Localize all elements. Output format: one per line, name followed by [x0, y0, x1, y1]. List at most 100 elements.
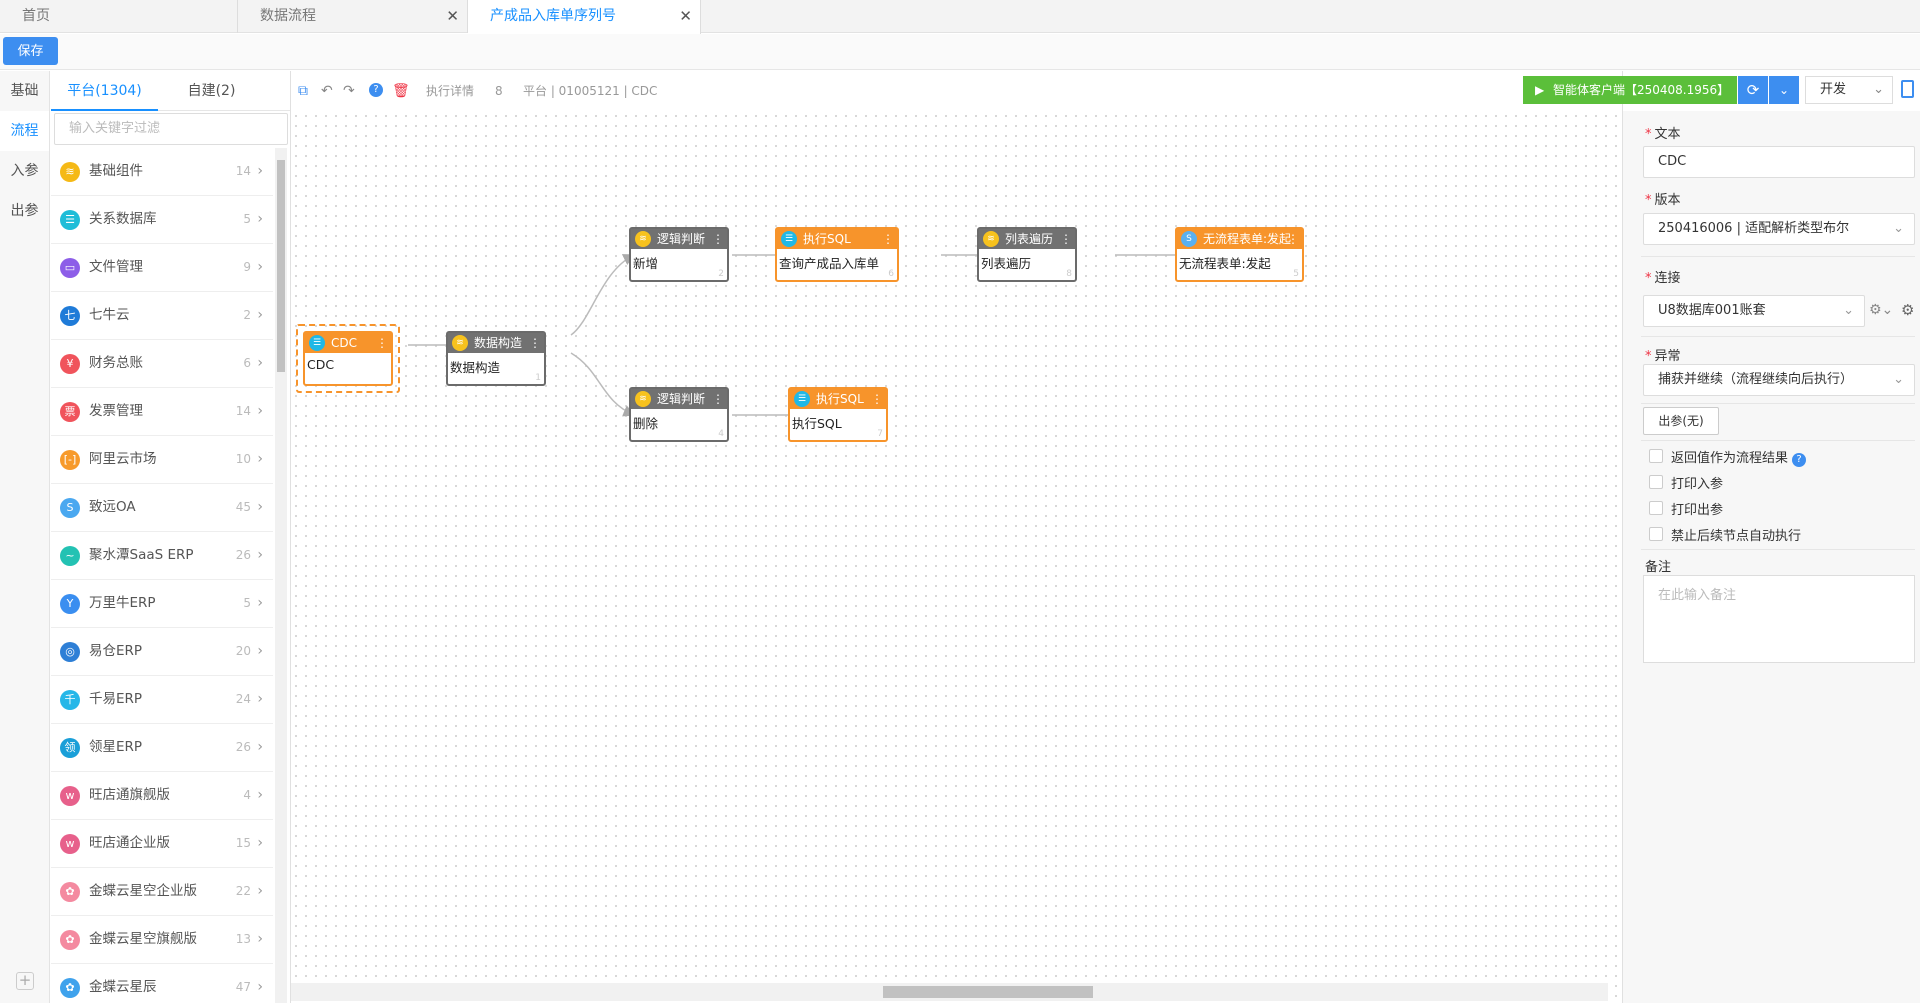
component-icon: S [60, 498, 80, 518]
flow-node[interactable]: S 无流程表单:发起 ⋮ 无流程表单:发起 5 [1175, 227, 1304, 282]
help-icon[interactable]: ? [1792, 453, 1807, 467]
more-icon[interactable]: ⋮ [1060, 229, 1072, 249]
flow-node[interactable]: ☰ 执行SQL ⋮ 查询产成品入库单 6 [775, 227, 899, 282]
close-icon[interactable]: ✕ [679, 0, 692, 33]
component-icon: [-] [60, 450, 80, 470]
return-as-result-checkbox[interactable] [1649, 449, 1663, 463]
mode-select[interactable]: 开发 ⌄ [1805, 76, 1893, 104]
component-item[interactable]: ~ 聚水潭SaaS ERP 26 › [51, 532, 273, 580]
tab-current-flow[interactable]: 产成品入库单序列号 ✕ [468, 0, 701, 34]
node-body: 删除 [633, 416, 659, 431]
component-label: 旺店通企业版 [89, 835, 170, 851]
print-output-checkbox[interactable] [1649, 501, 1663, 515]
scrollbar-thumb[interactable] [883, 986, 1093, 998]
flow-node[interactable]: ≋ 数据构造 ⋮ 数据构造 1 [446, 331, 546, 386]
disable-auto-exec-checkbox[interactable] [1649, 527, 1663, 541]
tab-data-flow[interactable]: 数据流程 ✕ [238, 0, 468, 33]
nav-output-params[interactable]: 出参 [0, 191, 49, 231]
connection-select[interactable]: U8数据库001账套 ⌄ [1643, 295, 1865, 327]
component-item[interactable]: ▭ 文件管理 9 › [51, 244, 273, 292]
flow-canvas[interactable]: ⧉ ↶ ↷ ? 🗑 执行详情 8 平台 | 01005121 | CDC ☰ CD… [291, 71, 1636, 1003]
component-item[interactable]: 千千易ERP 24 › [51, 676, 273, 724]
version-value: 250416006 | 适配解析类型布尔 [1658, 221, 1850, 236]
flow-node[interactable]: ☰ 执行SQL ⋮ 执行SQL 7 [788, 387, 888, 442]
component-item[interactable]: ¥ 财务总账 6 › [51, 340, 273, 388]
component-item[interactable]: 票发票管理 14 › [51, 388, 273, 436]
component-icon: 七 [60, 306, 80, 326]
disable-auto-exec-label: 禁止后续节点自动执行 [1671, 529, 1802, 544]
more-icon[interactable]: ⋮ [882, 229, 894, 249]
output-params-button[interactable]: 出参(无) [1643, 407, 1719, 435]
component-item[interactable]: ✿ 金蝶云星空企业版 22 › [51, 868, 273, 916]
component-item[interactable]: w 旺店通企业版 15 › [51, 820, 273, 868]
properties-body: * 文本 CDC * 版本 250416006 | 适配解析类型布尔 ⌄ * 连接 U8… [1623, 111, 1920, 1003]
canvas-horizontal-scrollbar[interactable] [291, 983, 1608, 1001]
component-scrollbar[interactable] [275, 148, 287, 1003]
component-item[interactable]: S 致远OA 45 › [51, 484, 273, 532]
chevron-right-icon: › [257, 979, 263, 995]
exception-select[interactable]: 捕获并继续（流程继续向后执行） ⌄ [1643, 364, 1915, 396]
save-button[interactable]: 保存 [3, 37, 58, 65]
version-select[interactable]: 250416006 | 适配解析类型布尔 ⌄ [1643, 213, 1915, 245]
print-input-checkbox[interactable] [1649, 475, 1663, 489]
node-title: 逻辑判断 [657, 392, 706, 406]
clipboard-icon[interactable] [1901, 80, 1914, 98]
more-icon[interactable]: ⋮ [712, 389, 724, 409]
nav-basic[interactable]: 基础 [0, 71, 49, 111]
component-item[interactable]: ☰ 关系数据库 5 › [51, 196, 273, 244]
nav-input-params[interactable]: 入参 [0, 151, 49, 191]
component-label: 文件管理 [89, 259, 143, 275]
component-item[interactable]: ✿ 金蝶云星空旗舰版 13 › [51, 916, 273, 964]
more-icon[interactable]: ⋮ [871, 389, 883, 409]
tab-platform[interactable]: 平台(1304) [51, 71, 158, 111]
agent-client-button[interactable]: ▶ 智能体客户端【250408.1956】 [1523, 76, 1737, 104]
component-icon: ¥ [60, 354, 80, 374]
component-count: 22 [235, 884, 251, 898]
component-list: ≋ 基础组件 14 › ☰ 关系数据库 5 › ▭ 文件管理 9 › 七七牛云 2 › ¥ 财务总账 6 › 票发票管… [51, 148, 273, 1003]
component-item[interactable]: ✿ 金蝶云星辰 47 › [51, 964, 273, 1003]
component-item[interactable]: 领领星ERP 26 › [51, 724, 273, 772]
exception-value: 捕获并继续（流程继续向后执行） [1658, 372, 1854, 387]
flow-node[interactable]: ≋ 逻辑判断 ⋮ 删除 4 [629, 387, 729, 442]
text-input[interactable]: CDC [1643, 146, 1915, 178]
component-label: 千易ERP [89, 691, 143, 707]
close-icon[interactable]: ✕ [446, 0, 459, 33]
component-item[interactable]: w 旺店通旗舰版 4 › [51, 772, 273, 820]
tab-custom[interactable]: 自建(2) [158, 71, 265, 111]
flow-node[interactable]: ≋ 逻辑判断 ⋮ 新增 2 [629, 227, 729, 282]
component-label: 基础组件 [89, 163, 143, 179]
component-item[interactable]: ◎ 易仓ERP 20 › [51, 628, 273, 676]
component-icon: 千 [60, 690, 80, 710]
add-icon[interactable]: + [16, 972, 34, 990]
component-count: 20 [235, 644, 251, 658]
component-item[interactable]: 七七牛云 2 › [51, 292, 273, 340]
more-icon[interactable]: ⋮ [1287, 229, 1299, 249]
component-label: 万里牛ERP [89, 595, 156, 611]
component-label: 阿里云市场 [89, 451, 157, 467]
dropdown-button[interactable]: ⌄ [1769, 76, 1799, 104]
component-item[interactable]: Y 万里牛ERP 5 › [51, 580, 273, 628]
node-title: 执行SQL [816, 392, 864, 406]
node-title: 执行SQL [803, 232, 851, 246]
component-item[interactable]: [-] 阿里云市场 10 › [51, 436, 273, 484]
more-icon[interactable]: ⋮ [529, 333, 541, 353]
version-label: * 版本 [1645, 193, 1681, 208]
tab-home[interactable]: 首页 [0, 0, 238, 33]
gear-dropdown-icon[interactable]: ⚙⌄ [1869, 302, 1893, 318]
refresh-button[interactable]: ⟳ [1738, 76, 1768, 104]
chevron-right-icon: › [257, 739, 263, 755]
more-icon[interactable]: ⋮ [712, 229, 724, 249]
scrollbar-thumb[interactable] [277, 160, 285, 372]
component-item[interactable]: ≋ 基础组件 14 › [51, 148, 273, 196]
component-count: 5 [243, 212, 251, 226]
filter-input[interactable]: 输入关键字过滤 [54, 113, 288, 145]
remark-textarea[interactable]: 在此输入备注 [1643, 575, 1915, 663]
divider [1641, 256, 1915, 257]
chevron-right-icon: › [257, 163, 263, 179]
flow-node[interactable]: ≋ 列表遍历 ⋮ 列表遍历 8 [977, 227, 1077, 282]
return-as-result-label: 返回值作为流程结果? [1671, 447, 1807, 467]
nav-flow[interactable]: 流程 [0, 111, 49, 151]
gear-icon[interactable]: ⚙ [1901, 301, 1914, 319]
node-index: 8 [1066, 269, 1072, 279]
chevron-down-icon: ⌄ [1843, 303, 1854, 318]
